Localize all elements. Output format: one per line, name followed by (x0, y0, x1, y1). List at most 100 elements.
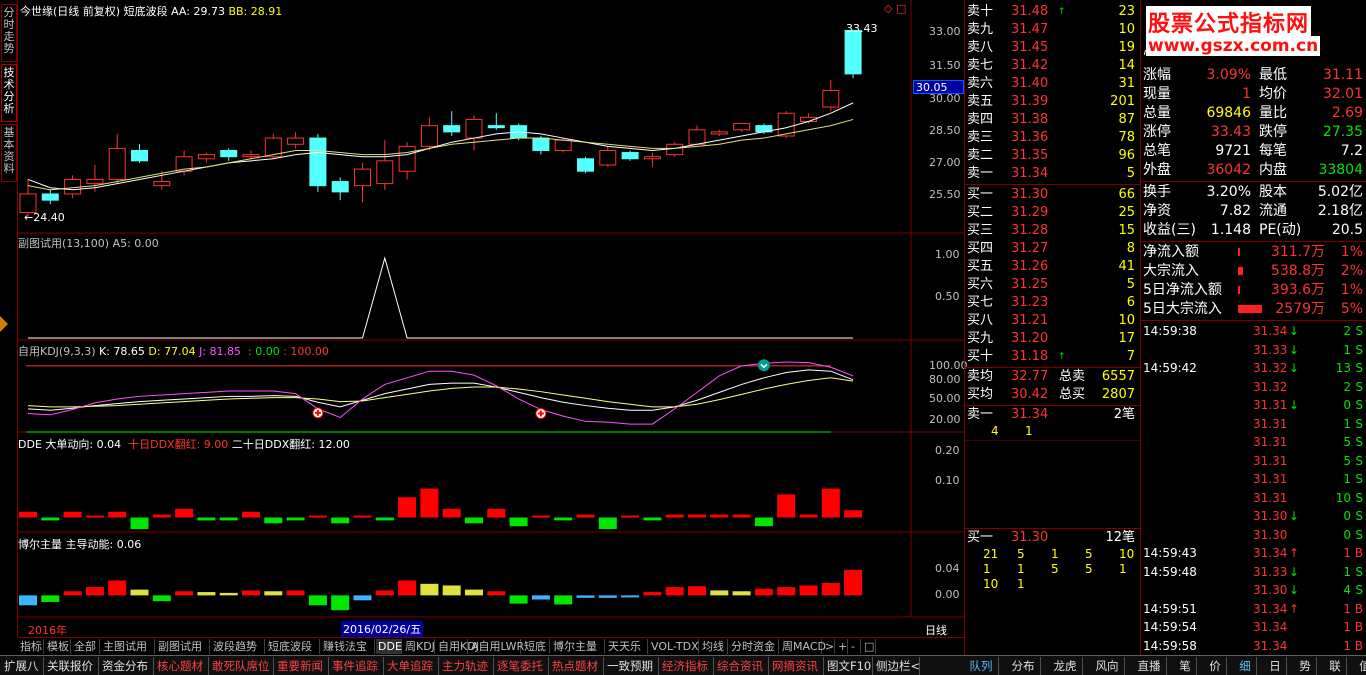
right-bottom-tab[interactable]: 值 (1354, 657, 1366, 675)
ask-level-row[interactable]: 卖四 31.38 87 (967, 111, 1139, 129)
y-tick-main: 30.00 (929, 92, 961, 105)
indicator-tab[interactable]: 全部 (72, 639, 100, 654)
ask-level-row[interactable]: 卖五 31.39 201 (967, 93, 1139, 111)
stats-value: 9721 (1215, 143, 1251, 159)
bottom-tab[interactable]: 侧边栏< (874, 657, 920, 675)
ask-level-row[interactable]: 卖二 31.35 96 (967, 147, 1139, 165)
ask-level-row[interactable]: 卖九 31.47 10 (967, 21, 1139, 39)
indicator-tab[interactable]: 主图试用 (101, 639, 155, 654)
right-bottom-tab[interactable]: 龙虎 (1048, 657, 1083, 675)
tick-row: 31.31 10 S (1143, 489, 1365, 507)
right-bottom-tab[interactable]: 风向 (1090, 657, 1125, 675)
bid-level-row[interactable]: 买七 31.23 6 (967, 294, 1139, 312)
indicator-tab[interactable]: 模板 (45, 639, 71, 654)
indicator-tab[interactable]: 博尔主量 (551, 639, 605, 654)
ask-level-row[interactable]: 卖一 31.34 5 (967, 165, 1139, 183)
bor-bar (442, 585, 461, 596)
bid-level-row[interactable]: 买八 31.21 10 (967, 312, 1139, 330)
tick-side: S (1355, 509, 1363, 523)
bid-level-row[interactable]: 买六 31.25 5 (967, 276, 1139, 294)
bor-bar (197, 592, 216, 596)
bid-level-row[interactable]: 买三 31.28 15 (967, 222, 1139, 240)
bottom-tab[interactable]: 事件追踪 (330, 657, 384, 675)
indicator-tab[interactable]: 分时资金 (729, 639, 779, 654)
ask-level-row[interactable]: 卖六 31.40 31 (967, 75, 1139, 93)
y-tick-dde: 0.10 (935, 474, 960, 487)
right-bottom-tab[interactable]: 联 (1324, 657, 1347, 675)
right-bottom-tab[interactable]: 细 (1234, 657, 1257, 675)
right-bottom-tab[interactable]: 笔 (1174, 657, 1197, 675)
bid-level-row[interactable]: 买十 31.18 ↑ 7 (967, 348, 1139, 366)
bor-bar (331, 595, 350, 611)
bottom-tab[interactable]: 敢死队席位 (210, 657, 274, 675)
tick-price: 31.31 (1253, 472, 1288, 486)
bottom-tab[interactable]: 大单追踪 (385, 657, 439, 675)
indicator-tab[interactable]: > (823, 639, 835, 654)
ask-level-row[interactable]: 卖三 31.36 78 (967, 129, 1139, 147)
indicator-tab[interactable]: 天天乐 (606, 639, 648, 654)
indicator-tab[interactable]: □ (862, 639, 876, 654)
indicator-tab[interactable]: 指标 (18, 639, 44, 654)
bid-level-volume: 10 (1118, 313, 1135, 328)
indicator-tab[interactable]: 自用KDJ (436, 639, 479, 654)
right-bottom-tab[interactable]: 分布 (1006, 657, 1041, 675)
indicator-tab[interactable]: 周MACD (780, 639, 826, 654)
bottom-tab[interactable]: 网摘资讯 (770, 657, 824, 675)
right-bottom-tab[interactable]: 直播 (1132, 657, 1167, 675)
bottom-tab[interactable]: 关联报价 (45, 657, 99, 675)
ask-level-row[interactable]: 卖七 31.42 14 (967, 57, 1139, 75)
ask-level-row[interactable]: 卖八 31.45 19 (967, 39, 1139, 57)
chart-corner-icons[interactable]: ◇ □ (884, 2, 906, 15)
bid-level-row[interactable]: 买五 31.26 41 (967, 258, 1139, 276)
bottom-tab[interactable]: 经济指标 (660, 657, 714, 675)
bottom-tab[interactable]: 重要新闻 (275, 657, 329, 675)
right-bottom-tab[interactable]: 势 (1294, 657, 1317, 675)
bid-level-row[interactable]: 买一 31.30 66 (967, 186, 1139, 204)
total-buy-label: 总买 (1059, 387, 1086, 402)
collapse-arrow-icon[interactable] (0, 316, 8, 332)
bid1-detail-row[interactable]: 买一 31.30 12笔 (967, 529, 1139, 547)
bottom-tab[interactable]: 扩展八 (2, 657, 44, 675)
dde-bar (308, 515, 327, 518)
y-tick-main: 28.50 (929, 124, 961, 137)
tick-price: 31.30 (1253, 583, 1288, 597)
ask1-detail-row[interactable]: 卖一 31.34 2笔 (967, 406, 1139, 424)
indicator-tab[interactable]: DDE (376, 639, 402, 654)
right-bottom-tab[interactable]: 日 (1264, 657, 1287, 675)
indicator-tab[interactable]: + (836, 639, 848, 654)
bottom-tab[interactable]: 热点题材 (550, 657, 604, 675)
bottom-tab[interactable]: 资金分布 (100, 657, 154, 675)
chart-canvas[interactable] (18, 0, 964, 621)
bid-level-row[interactable]: 买二 31.29 25 (967, 204, 1139, 222)
tab-technical-analysis[interactable]: 技术分析 (1, 64, 17, 122)
indicator-tab[interactable]: 副图试用 (156, 639, 210, 654)
indicator-tab[interactable]: 均线 (700, 639, 728, 654)
right-bottom-tab[interactable]: 价 (1204, 657, 1227, 675)
bottom-tab[interactable]: 图文F10 (825, 657, 873, 675)
indicator-tab[interactable]: - (849, 639, 861, 654)
bid-level-row[interactable]: 买四 31.27 8 (967, 240, 1139, 258)
bottom-tab[interactable]: 主力轨迹 (440, 657, 494, 675)
ask-level-row[interactable]: 卖十 31.48 ↑ 23 (967, 3, 1139, 21)
indicator-tab[interactable]: A自用LWR (469, 639, 524, 654)
indicator-tab[interactable]: VOL-TDX (649, 639, 699, 654)
stats-value: 5.02亿 (1317, 184, 1363, 200)
tick-volume: 1 (1343, 342, 1351, 357)
bottom-tab[interactable]: 逐笔委托 (495, 657, 549, 675)
bottom-tab[interactable]: 核心题材 (155, 657, 209, 675)
bid1-order: 5 (1085, 562, 1093, 576)
tab-intraday[interactable]: 分时走势 (1, 4, 17, 62)
dde-bar (108, 511, 127, 518)
indicator-tab[interactable]: 短底波段 (266, 639, 320, 654)
indicator-tab[interactable]: 短底 (522, 639, 550, 654)
bottom-tab[interactable]: 一致预期 (605, 657, 659, 675)
bottom-tab[interactable]: 综合资讯 (715, 657, 769, 675)
right-bottom-tab[interactable]: 队列 (964, 657, 999, 675)
indicator-tab[interactable]: 波段趋势 (211, 639, 265, 654)
bid-level-row[interactable]: 买九 31.20 17 (967, 330, 1139, 348)
indicator-tab[interactable]: 赚钱法宝 (321, 639, 375, 654)
indicator-tab[interactable]: 周KDJ (403, 639, 435, 654)
tab-fundamentals[interactable]: 基本资料 (1, 124, 17, 182)
sell-avg-label: 卖均 (967, 369, 994, 384)
bor-bar (621, 595, 640, 598)
